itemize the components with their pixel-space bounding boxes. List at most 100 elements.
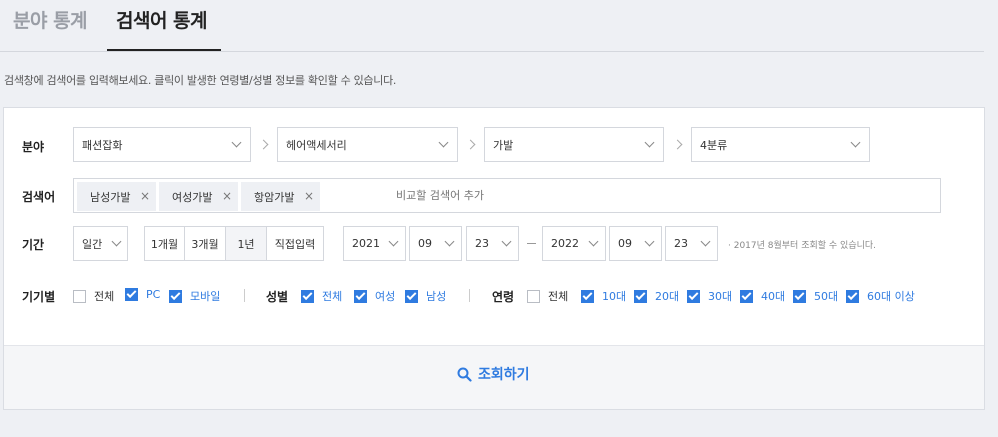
gender-all-checkbox[interactable]: 전체 — [301, 288, 342, 304]
chevron-right-icon — [672, 139, 683, 150]
remove-tag-icon[interactable]: × — [222, 189, 232, 203]
checkbox-box — [301, 289, 314, 303]
device-label: 기기별 — [22, 290, 56, 304]
tab-field-stats[interactable]: 분야 통계 — [13, 6, 88, 33]
keyword-label: 검색어 — [22, 190, 56, 204]
age-all-checkbox[interactable]: 전체 — [527, 288, 568, 304]
age-50s-checkbox[interactable]: 50대 — [793, 288, 838, 304]
start-year-value: 2021 — [352, 237, 380, 250]
page-description: 검색창에 검색어를 입력해보세요. 클릭이 발생한 연령별/성별 정보를 확인할… — [4, 74, 397, 87]
field-select-2[interactable]: 헤어액세서리 — [277, 127, 458, 162]
field-label: 분야 — [22, 140, 45, 154]
chevron-down-icon — [231, 137, 242, 148]
period-unit-select[interactable]: 일간 — [73, 226, 128, 261]
end-year-value: 2022 — [551, 237, 579, 250]
start-day-value: 23 — [475, 237, 489, 250]
start-day-select[interactable]: 23 — [466, 226, 519, 261]
checkbox-label: 전체 — [322, 290, 343, 303]
keyword-tag-input[interactable]: 남성가발 × 여성가발 × 항암가발 × — [73, 178, 941, 213]
search-button-label: 조회하기 — [478, 367, 530, 383]
tab-keyword-stats[interactable]: 검색어 통계 — [116, 6, 208, 33]
device-all-checkbox[interactable]: 전체 — [73, 288, 114, 304]
chevron-down-icon — [388, 236, 399, 247]
chevron-down-icon — [644, 137, 655, 148]
period-1month-button[interactable]: 1개월 — [144, 226, 185, 261]
field-select-4[interactable]: 4분류 — [691, 127, 870, 162]
keyword-tag-label: 남성가발 — [90, 190, 131, 204]
checkbox-label: 여성 — [375, 290, 396, 303]
start-month-select[interactable]: 09 — [409, 226, 462, 261]
end-day-select[interactable]: 23 — [665, 226, 718, 261]
field-select-3[interactable]: 가발 — [484, 127, 664, 162]
checkbox-label: PC — [146, 288, 161, 301]
checkbox-label: 전체 — [94, 290, 115, 303]
age-30s-checkbox[interactable]: 30대 — [687, 288, 732, 304]
checkbox-label: 전체 — [548, 290, 569, 303]
checkbox-label: 10대 — [602, 290, 627, 303]
search-panel: 분야 패션잡화 헤어액세서리 가발 4분류 검색어 남성가발 × 여성가발 × … — [3, 107, 985, 410]
age-label: 연령 — [492, 290, 515, 304]
age-20s-checkbox[interactable]: 20대 — [634, 288, 679, 304]
checkbox-label: 40대 — [761, 290, 786, 303]
device-pc-checkbox[interactable]: PC — [125, 288, 160, 301]
remove-tag-icon[interactable]: × — [140, 189, 150, 203]
period-quick-buttons: 1개월 3개월 1년 직접입력 — [144, 226, 324, 261]
date-range-dash — [527, 243, 536, 244]
chevron-down-icon — [444, 236, 455, 247]
checkbox-label: 30대 — [708, 290, 733, 303]
chevron-down-icon — [501, 236, 512, 247]
chevron-down-icon — [438, 137, 449, 148]
period-1year-button[interactable]: 1년 — [225, 226, 267, 261]
checkbox-box — [405, 289, 418, 303]
gender-label: 성별 — [266, 290, 289, 304]
checkbox-label: 60대 이상 — [867, 290, 915, 303]
remove-tag-icon[interactable]: × — [304, 189, 314, 203]
checkbox-label: 20대 — [655, 290, 680, 303]
divider — [244, 289, 245, 302]
period-unit-value: 일간 — [82, 237, 103, 251]
device-mobile-checkbox[interactable]: 모바일 — [169, 288, 220, 304]
end-year-select[interactable]: 2022 — [542, 226, 606, 261]
age-40s-checkbox[interactable]: 40대 — [740, 288, 785, 304]
keyword-tag-label: 항암가발 — [254, 190, 295, 204]
gender-male-checkbox[interactable]: 남성 — [405, 288, 446, 304]
field-select-3-value: 가발 — [493, 138, 514, 152]
checkbox-box — [125, 288, 138, 301]
keyword-tag: 항암가발 × — [241, 182, 320, 211]
end-month-select[interactable]: 09 — [609, 226, 662, 261]
period-note: · 2017년 8월부터 조회할 수 있습니다. — [728, 241, 877, 251]
checkbox-box — [73, 289, 86, 303]
chevron-right-icon — [465, 139, 476, 150]
divider — [469, 289, 470, 302]
end-month-value: 09 — [618, 237, 632, 250]
chevron-down-icon — [850, 137, 861, 148]
keyword-add-input[interactable] — [396, 189, 796, 202]
checkbox-box — [634, 289, 647, 303]
end-day-value: 23 — [674, 237, 688, 250]
age-10s-checkbox[interactable]: 10대 — [581, 288, 626, 304]
keyword-tag: 여성가발 × — [159, 182, 238, 211]
checkbox-box — [581, 289, 594, 303]
chevron-down-icon — [644, 236, 655, 247]
checkbox-label: 50대 — [814, 290, 839, 303]
period-custom-button[interactable]: 직접입력 — [266, 226, 324, 261]
checkbox-box — [354, 289, 367, 303]
search-button[interactable]: 조회하기 — [457, 364, 530, 384]
checkbox-label: 남성 — [426, 290, 447, 303]
start-month-value: 09 — [418, 237, 432, 250]
checkbox-box — [793, 289, 806, 303]
period-3month-button[interactable]: 3개월 — [184, 226, 226, 261]
checkbox-box — [846, 289, 859, 303]
period-label: 기간 — [22, 238, 45, 252]
keyword-tag-label: 여성가발 — [172, 190, 213, 204]
chevron-down-icon — [588, 236, 599, 247]
gender-female-checkbox[interactable]: 여성 — [354, 288, 395, 304]
start-year-select[interactable]: 2021 — [343, 226, 406, 261]
age-60plus-checkbox[interactable]: 60대 이상 — [846, 288, 915, 304]
chevron-down-icon — [700, 236, 711, 247]
filter-checkbox-row: 기기별 전체 PC 모바일 성별 전체 여성 남성 연령 전체 10대 20대 … — [4, 286, 984, 306]
field-select-1[interactable]: 패션잡화 — [73, 127, 251, 162]
checkbox-box — [687, 289, 700, 303]
checkbox-box — [527, 289, 540, 303]
tab-bar: 분야 통계 검색어 통계 — [0, 0, 984, 52]
